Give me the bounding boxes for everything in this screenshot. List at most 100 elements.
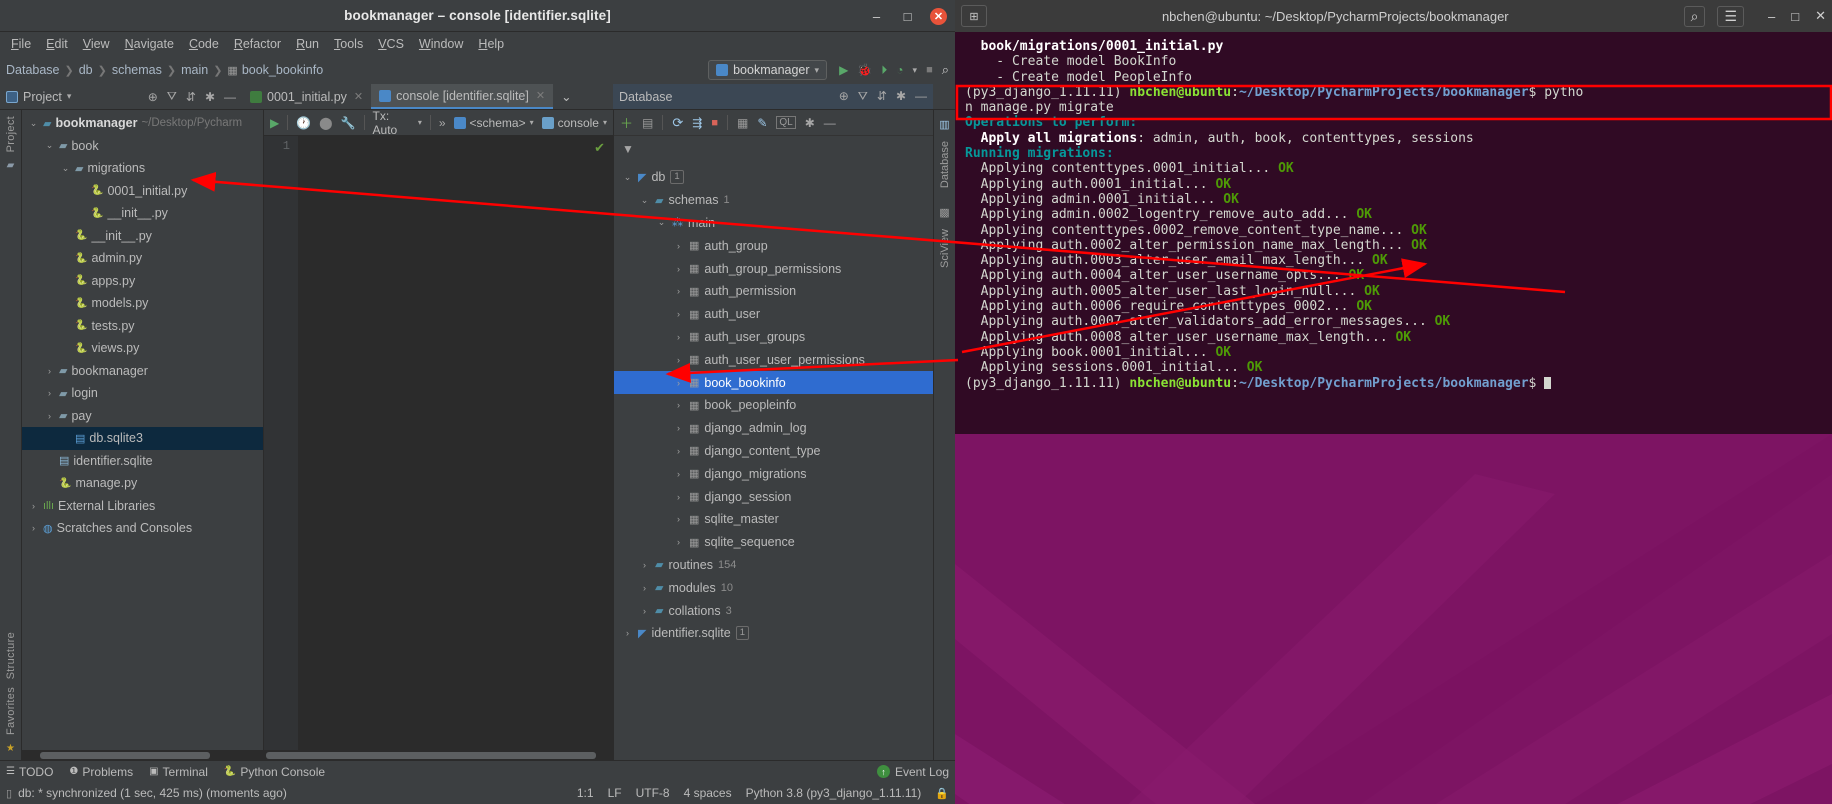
database-tree-row[interactable]: › ▦ sqlite_master (614, 508, 933, 531)
settings-gear-icon[interactable]: ✱ (896, 89, 906, 104)
run-icon[interactable]: ▶ (839, 63, 848, 77)
database-tree-row[interactable]: › ▦ auth_user_user_permissions (614, 348, 933, 371)
project-tree-row[interactable]: › ▰ pay (22, 405, 263, 428)
star-icon[interactable]: ★ (6, 743, 15, 754)
run-config-selector[interactable]: bookmanager ▾ (708, 60, 828, 80)
expand-chevron-icon[interactable]: › (639, 560, 650, 570)
database-tree-row[interactable]: › ▰ collations 3 (614, 599, 933, 622)
run-coverage-icon[interactable]: ⏵ (881, 63, 887, 78)
bottom-tool-todo[interactable]: ☰ TODO (6, 765, 53, 779)
chevron-down-icon[interactable]: ▾ (913, 65, 918, 76)
profile-icon[interactable]: ◔ (896, 63, 903, 77)
database-tree-row[interactable]: › ▰ modules 10 (614, 576, 933, 599)
sync-icon[interactable]: ⇶ (692, 116, 702, 130)
expand-all-icon[interactable]: ⛛ (167, 89, 177, 104)
editor-tab-1[interactable]: console [identifier.sqlite] ✕ (371, 84, 554, 109)
project-tree-row[interactable]: › ▰ login (22, 382, 263, 405)
strip-structure-label[interactable]: Structure (5, 632, 17, 679)
code-input-area[interactable]: ✔ (298, 136, 613, 750)
debug-icon[interactable]: 🐞 (857, 63, 872, 77)
hide-panel-icon[interactable]: — (224, 90, 236, 104)
execute-icon[interactable]: ▶ (270, 116, 279, 130)
table-editor-icon[interactable]: ▦ (737, 116, 748, 130)
file-encoding[interactable]: UTF-8 (636, 786, 670, 800)
expand-chevron-icon[interactable]: › (673, 378, 684, 388)
python-interpreter[interactable]: Python 3.8 (py3_django_1.11.11) (746, 786, 922, 800)
filter-icon[interactable]: ▼ (620, 142, 634, 156)
expand-chevron-icon[interactable]: › (673, 400, 684, 410)
database-tree-row[interactable]: › ▦ auth_user_groups (614, 326, 933, 349)
database-tree-row[interactable]: ⌄ ⁂ main (614, 212, 933, 235)
menu-item-navigate[interactable]: Navigate (118, 35, 181, 53)
indent-setting[interactable]: 4 spaces (684, 786, 732, 800)
menu-item-code[interactable]: Code (182, 35, 226, 53)
search-icon[interactable]: ⌕ (942, 62, 949, 78)
project-tree-row[interactable]: ⌄ ▰ book (22, 135, 263, 158)
breadcrumb-item-Database[interactable]: Database (6, 63, 60, 77)
expand-chevron-icon[interactable]: › (639, 606, 650, 616)
database-tree-row[interactable]: › ▦ book_bookinfo (614, 371, 933, 394)
project-tree-row[interactable]: 🐍 tests.py (22, 315, 263, 338)
menu-item-view[interactable]: View (76, 35, 117, 53)
menu-item-window[interactable]: Window (412, 35, 470, 53)
minimize-icon[interactable]: – (868, 8, 885, 25)
menu-item-tools[interactable]: Tools (327, 35, 370, 53)
maximize-icon[interactable]: □ (1791, 9, 1799, 24)
project-tree-row[interactable]: ⌄ ▰ bookmanager ~/Desktop/Pycharm (22, 112, 263, 135)
console-hscrollbar[interactable] (264, 750, 613, 760)
strip-sciview-label[interactable]: SciView (939, 229, 951, 268)
expand-chevron-icon[interactable]: › (673, 537, 684, 547)
database-tree-row[interactable]: › ▦ django_content_type (614, 440, 933, 463)
expand-chevron-icon[interactable]: › (622, 628, 633, 638)
schema-selector[interactable]: <schema> ▾ (453, 116, 534, 130)
project-title[interactable]: Project ▾ (6, 90, 71, 104)
project-tree-row[interactable]: 🐍 views.py (22, 337, 263, 360)
database-tree-row[interactable]: › ▦ django_admin_log (614, 417, 933, 440)
collapse-all-icon[interactable]: ⇵ (877, 89, 887, 104)
maximize-icon[interactable]: □ (899, 8, 916, 25)
expand-chevron-icon[interactable]: › (673, 241, 684, 251)
lock-icon[interactable]: 🔒 (935, 787, 949, 800)
database-tree-row[interactable]: › ▦ auth_group (614, 234, 933, 257)
collapse-chevron-icon[interactable]: ⌄ (639, 195, 650, 206)
caret-position[interactable]: 1:1 (577, 786, 594, 800)
breadcrumb-item-main[interactable]: main (181, 63, 208, 77)
settings-gear-icon[interactable]: ✱ (805, 116, 815, 130)
close-tab-icon[interactable]: ✕ (354, 90, 363, 103)
expand-chevron-icon[interactable]: › (673, 286, 684, 296)
ql-console-icon[interactable]: QL (776, 116, 796, 129)
hide-panel-icon[interactable]: — (915, 89, 927, 104)
locate-icon[interactable]: ⊕ (148, 90, 158, 104)
expand-chevron-icon[interactable]: › (673, 446, 684, 456)
expand-chevron-icon[interactable]: › (673, 514, 684, 524)
breadcrumb-item-db[interactable]: db (79, 63, 93, 77)
settings-gear-icon[interactable]: ✱ (205, 90, 215, 104)
commit-icon[interactable]: ⬤ (319, 116, 332, 130)
expand-chevron-icon[interactable]: › (673, 309, 684, 319)
project-tree-row[interactable]: 🐍 apps.py (22, 270, 263, 293)
editor-tab-0[interactable]: 0001_initial.py ✕ (242, 84, 371, 109)
menu-item-file[interactable]: File (4, 35, 38, 53)
rollback-icon[interactable]: 🔧 (341, 116, 356, 130)
collapse-chevron-icon[interactable]: ⌄ (622, 172, 633, 183)
database-tree-row[interactable]: › ▦ auth_group_permissions (614, 257, 933, 280)
strip-database-label[interactable]: Database (939, 141, 951, 188)
project-tree-row[interactable]: ⌄ ▰ migrations (22, 157, 263, 180)
expand-chevron-icon[interactable]: › (673, 469, 684, 479)
database-tree-row[interactable]: ⌄ ▰ schemas 1 (614, 189, 933, 212)
project-tree-row[interactable]: › ıllı External Libraries (22, 495, 263, 518)
project-tree-row[interactable]: ▤ db.sqlite3 (22, 427, 263, 450)
close-tab-icon[interactable]: ✕ (536, 89, 545, 102)
expand-chevron-icon[interactable]: › (673, 332, 684, 342)
collapse-chevron-icon[interactable]: ⌄ (656, 217, 667, 228)
menu-item-run[interactable]: Run (289, 35, 326, 53)
expand-chevron-icon[interactable]: › (28, 501, 39, 511)
expand-chevron-icon[interactable]: › (44, 366, 55, 376)
terminal-body[interactable]: book/migrations/0001_initial.py - Create… (955, 32, 1832, 804)
database-tree-row[interactable]: › ▦ sqlite_sequence (614, 531, 933, 554)
hamburger-menu-icon[interactable]: ☰ (1717, 5, 1744, 27)
menu-item-edit[interactable]: Edit (39, 35, 75, 53)
folder-icon[interactable]: ▰ (7, 160, 15, 171)
tx-mode-selector[interactable]: Tx: Auto ▾ (373, 109, 422, 137)
strip-favorites-label[interactable]: Favorites (5, 687, 17, 735)
